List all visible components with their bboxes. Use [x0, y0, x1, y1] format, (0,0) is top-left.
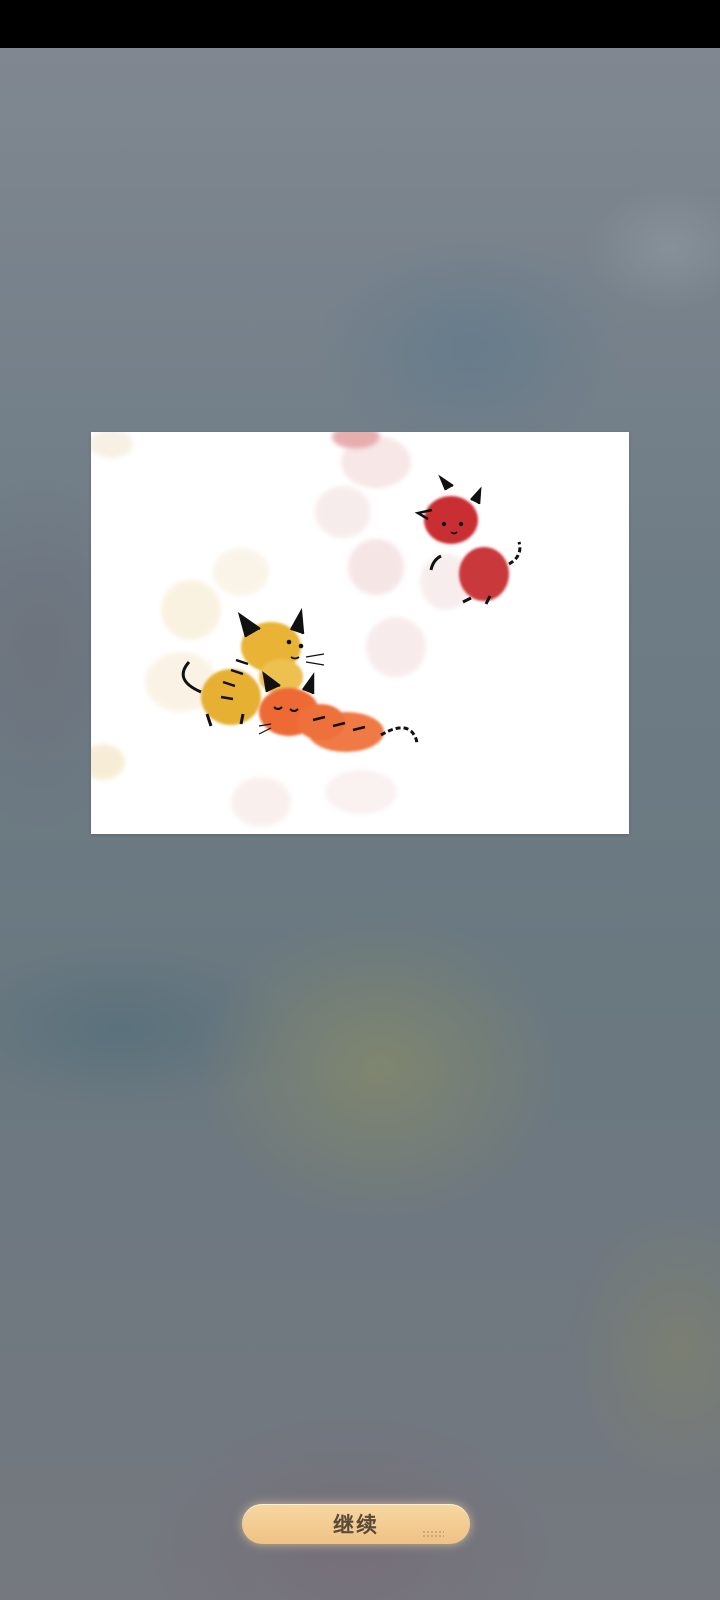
button-texture	[422, 1530, 444, 1538]
fingerprint-cats-illustration	[91, 432, 522, 827]
continue-button-label: 继续	[333, 1513, 379, 1537]
illustration-card	[91, 432, 629, 834]
continue-button[interactable]: 继续	[242, 1504, 470, 1544]
status-bar	[0, 0, 720, 48]
